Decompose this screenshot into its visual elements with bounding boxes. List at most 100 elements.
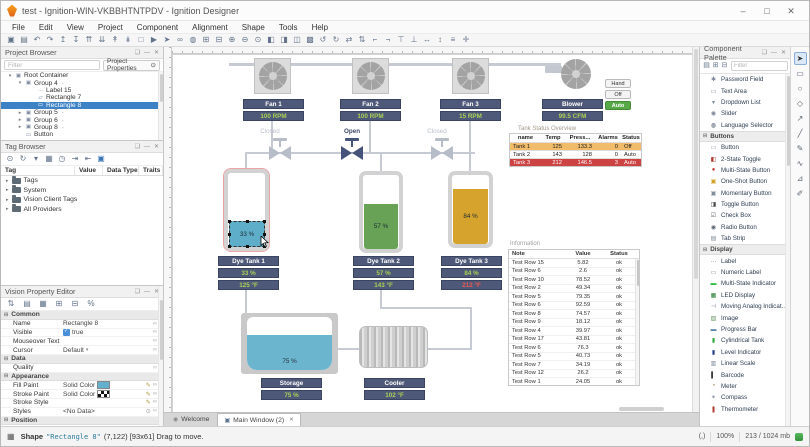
palette-item-check-box[interactable]: ☑ Check Box [700, 210, 790, 221]
cooler-graphic[interactable] [359, 326, 428, 368]
rectangle-tool-icon[interactable]: ▭ [794, 67, 807, 80]
table-row[interactable]: Test Row 676.3ok [509, 344, 639, 353]
table-row[interactable]: Test Row 249.34ok [509, 285, 639, 294]
fan-3-graphic[interactable] [452, 58, 489, 94]
history-icon[interactable]: ◷ [57, 153, 67, 165]
close-panel-icon[interactable]: ✕ [154, 141, 159, 153]
pipe[interactable] [428, 348, 472, 350]
fan-3-label[interactable]: Fan 3 [440, 99, 501, 109]
dye-tank-3-label[interactable]: Dye Tank 3 [441, 256, 502, 266]
arrow-tool-icon[interactable]: ↗ [794, 112, 807, 125]
tag-folder-row[interactable]: ▸ Tags [1, 176, 163, 186]
distribute-h-icon[interactable]: ↔ [421, 34, 433, 46]
pipe[interactable] [469, 152, 471, 171]
palette-item-meter[interactable]: ◔ Meter [700, 381, 790, 392]
canvas-horizontal-scrollbar[interactable] [619, 407, 664, 411]
raise-icon[interactable]: ⇈ [83, 34, 95, 46]
paste-icon[interactable]: ◨ [278, 34, 290, 46]
minimize-panel-icon[interactable]: — [144, 141, 150, 153]
tag-folder-row[interactable]: ▸ Vision Client Tags [1, 195, 163, 205]
menu-item[interactable]: Component [130, 23, 185, 32]
palette-item-text-area[interactable]: ▭ Text Area [700, 85, 790, 96]
spacing-icon[interactable]: ≡ [447, 34, 459, 46]
section-position[interactable]: ⊟Position [1, 417, 163, 426]
redo-icon[interactable]: ↷ [44, 34, 56, 46]
zoom-out-icon[interactable]: ⊖ [239, 34, 251, 46]
prop-name[interactable]: Name Rectangle 8 ∞ [1, 320, 163, 329]
table-row[interactable]: Test Row 734.19ok [509, 361, 639, 370]
tree-item-group-5[interactable]: ▸▣Group 5▫ [1, 109, 163, 116]
menu-item[interactable]: Edit [32, 23, 60, 32]
menu-item[interactable]: Alignment [185, 23, 235, 32]
shape-tool-icon[interactable]: □ [135, 34, 147, 46]
cooler-label[interactable]: Cooler [364, 378, 425, 388]
table-row[interactable]: Test Row 155.82ok [509, 259, 639, 268]
dye-tank-2-label[interactable]: Dye Tank 2 [353, 256, 414, 266]
table-row[interactable]: Tank 3212 146.53 Auto [510, 158, 641, 166]
canvas-vertical-scrollbar[interactable] [692, 47, 699, 412]
hand-button[interactable]: Hand [605, 79, 631, 88]
tree-item-rectangle-8[interactable]: ▭Rectangle 8 [1, 102, 163, 109]
fan-3-value[interactable]: 15 RPM [440, 111, 501, 121]
eyedropper-tool-icon[interactable]: ✐ [794, 187, 807, 200]
table-row[interactable]: Tank 2143 1280 Auto [510, 150, 641, 158]
palette-item-barcode[interactable]: ▍ Barcode [700, 369, 790, 380]
palette-item-language-selector[interactable]: ◍ Language Selector [700, 120, 790, 131]
zoom-level[interactable]: 100% [716, 433, 734, 440]
storage-label[interactable]: Storage [261, 378, 322, 388]
prop-cursor[interactable]: Cursor Default▾ ∞ [1, 346, 163, 355]
table-row[interactable]: Test Row 918.12ok [509, 319, 639, 328]
palette-item-button[interactable]: ▭ Button [700, 142, 790, 153]
table-row[interactable]: Test Row 1743.81ok [509, 336, 639, 345]
udt-icon[interactable]: ▦ [44, 153, 54, 165]
dye-tank-1-label[interactable]: Dye Tank 1 [218, 256, 279, 266]
path-tool-icon[interactable]: ∿ [794, 157, 807, 170]
project-properties-button[interactable]: Project Properties ⊙ [103, 60, 160, 71]
collapse-all-icon[interactable]: ⊟ [720, 60, 729, 72]
section-common[interactable]: ⊟Common [1, 311, 163, 320]
valve-closed-icon[interactable] [431, 146, 453, 160]
float-panel-icon[interactable]: ❏ [135, 47, 140, 59]
menu-item[interactable]: View [60, 23, 91, 32]
align-left-icon[interactable]: ⌐ [369, 34, 381, 46]
fan-2-label[interactable]: Fan 2 [340, 99, 401, 109]
tag-filter-icon[interactable]: ▾ [31, 153, 41, 165]
pipe[interactable] [469, 120, 471, 153]
tank-status-table[interactable]: nameTempPress...AlarmsStatus Tank 1125 1… [509, 133, 642, 167]
palette-item-linear-scale[interactable]: ▥ Linear Scale [700, 358, 790, 369]
collapse-all-icon[interactable]: ⊟ [69, 298, 81, 310]
new-tag-icon[interactable]: ▣ [96, 153, 106, 165]
minimize-panel-icon[interactable]: — [771, 47, 777, 59]
to-back-icon[interactable]: ↡ [122, 34, 134, 46]
zoom-in-icon[interactable]: ⊕ [226, 34, 238, 46]
prop-styles[interactable]: Styles <No Data> ⊙∞ [1, 408, 163, 417]
palette-item-password-field[interactable]: ✱ Password Field [700, 74, 790, 85]
palette-item-numeric-label[interactable]: ▭ Numeric Label [700, 267, 790, 278]
tag-folder-row[interactable]: ▸ System [1, 186, 163, 196]
palette-item-radio-button[interactable]: ◉ Radio Button [700, 222, 790, 233]
information-table[interactable]: NoteValueStatus Test Row 155.82ok Test R… [508, 249, 640, 386]
auto-button[interactable]: Auto [605, 101, 631, 110]
stroke-color-swatch[interactable] [97, 390, 110, 398]
maximize-button[interactable]: □ [755, 1, 779, 21]
measure-tool-icon[interactable]: ⊿ [794, 172, 807, 185]
menu-item[interactable]: Project [91, 23, 130, 32]
dye-tank-2-level[interactable]: 57 % [353, 268, 414, 278]
prop-x[interactable]: x 7.0 ∞ [1, 425, 163, 426]
palette-item-multi-state-button[interactable]: ● Multi-State Button [700, 165, 790, 176]
valve-open-icon[interactable] [341, 146, 363, 160]
expand-all-icon[interactable]: ⊞ [711, 60, 720, 72]
preview-play-icon[interactable]: ▶ [148, 34, 160, 46]
fan-1-graphic[interactable] [254, 58, 291, 94]
table-row[interactable]: Test Row 540.73ok [509, 353, 639, 362]
save-icon[interactable]: ▣ [5, 34, 17, 46]
flip-v-icon[interactable]: ⇅ [356, 34, 368, 46]
close-button[interactable]: ✕ [779, 1, 803, 21]
link-icon[interactable]: ∞ [174, 34, 186, 46]
table-row[interactable]: Test Row 439.97ok [509, 327, 639, 336]
palette-item-dropdown-list[interactable]: ▾ Dropdown List [700, 97, 790, 108]
table-row[interactable]: Test Row 1078.52ok [509, 276, 639, 285]
pipe[interactable] [369, 120, 371, 153]
binding-icon[interactable]: % [85, 298, 97, 310]
blower-duct[interactable] [545, 66, 562, 73]
